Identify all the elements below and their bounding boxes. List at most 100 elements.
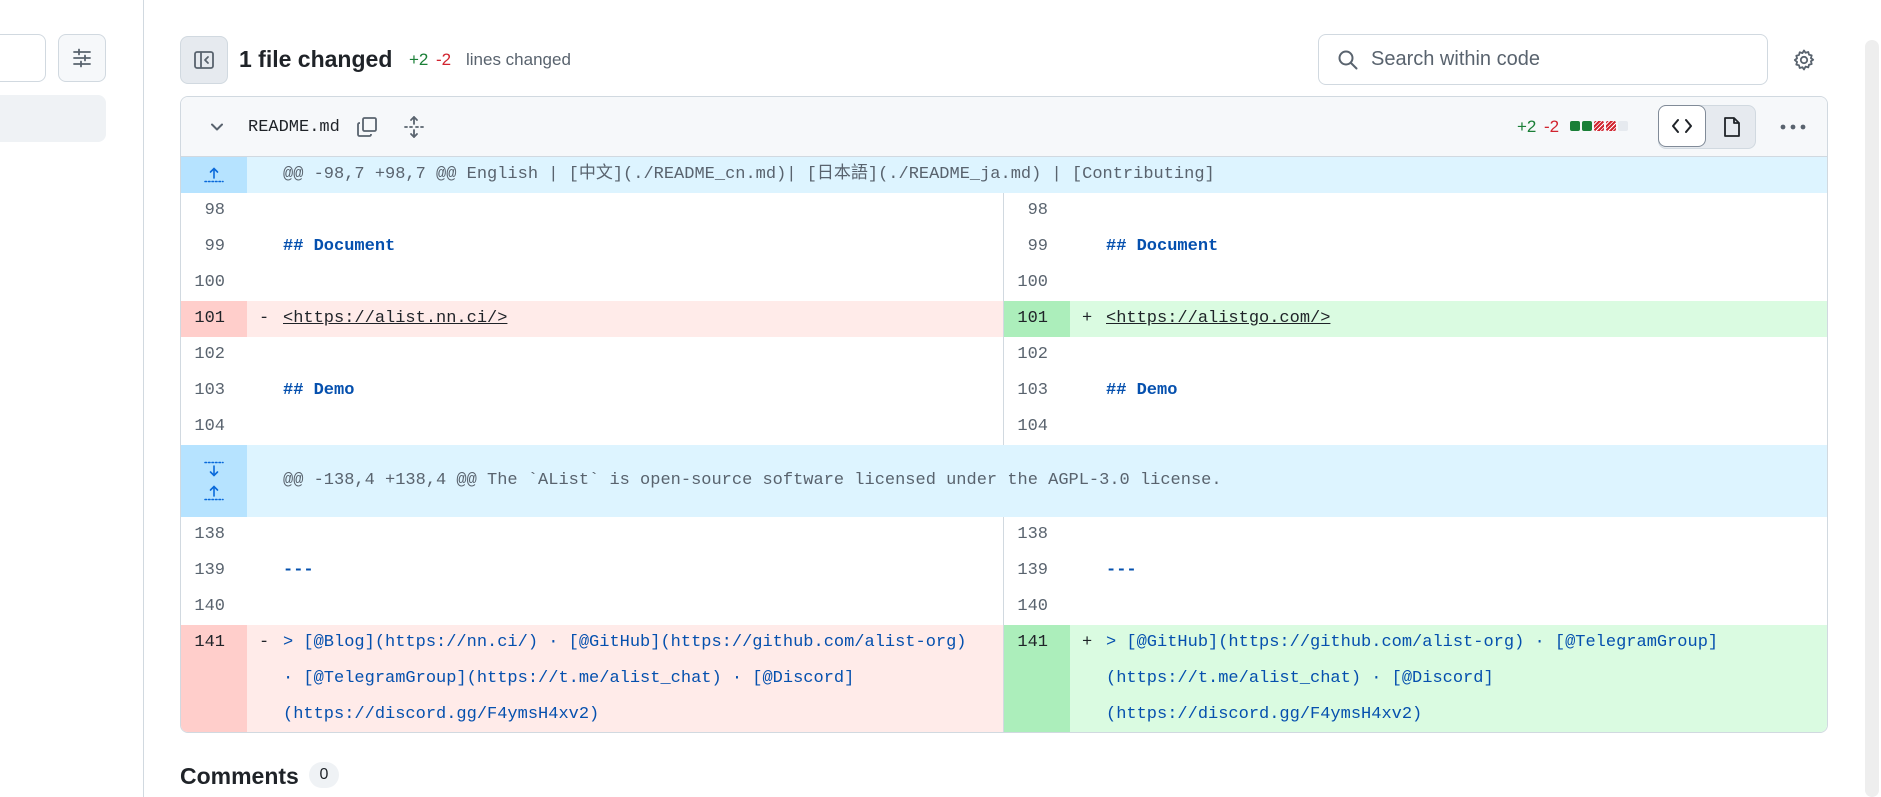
right-side: 104 <box>1004 409 1827 445</box>
line-number[interactable]: 140 <box>1004 589 1070 625</box>
right-side: 99 ## Document <box>1004 229 1827 265</box>
line-number[interactable]: 103 <box>1004 373 1070 409</box>
toggle-file-tree-button[interactable] <box>180 36 228 84</box>
file-deletions: -2 <box>1544 117 1560 136</box>
deleted-side: 141 - > [@Blog](https://nn.ci/) · [@GitH… <box>181 625 1004 732</box>
expand-between-buttons <box>181 445 247 517</box>
line-number[interactable]: 141 <box>1004 625 1070 732</box>
left-side: 100 <box>181 265 1004 301</box>
line-number[interactable]: 99 <box>1004 229 1070 265</box>
expand-all-button[interactable] <box>400 113 428 141</box>
line-number[interactable]: 100 <box>1004 265 1070 301</box>
deletions-count: -2 <box>436 50 452 69</box>
file-name[interactable]: README.md <box>248 118 340 137</box>
file-additions: +2 <box>1517 117 1537 136</box>
file-filter-input[interactable] <box>0 34 46 82</box>
chevron-down-icon <box>209 119 225 135</box>
code-text: ## Demo <box>283 381 355 400</box>
diff-line: 99 ## Document 99 ## Document <box>181 229 1827 265</box>
hunk-header-text: @@ -138,4 +138,4 @@ The `AList` is open-… <box>283 471 1222 490</box>
right-side: 138 <box>1004 517 1827 553</box>
view-toggle <box>1658 105 1756 149</box>
code-text: > [@GitHub](https://github.com/alist-org… <box>1106 633 1719 724</box>
search-icon <box>1337 49 1359 71</box>
diffstat-block-neutral <box>1618 121 1628 131</box>
line-number[interactable]: 101 <box>1004 301 1070 337</box>
line-number[interactable]: 102 <box>1004 337 1070 373</box>
line-number[interactable]: 98 <box>181 193 247 229</box>
expand-up-button[interactable] <box>181 157 247 193</box>
code-text: > [@Blog](https://nn.ci/) · [@GitHub](ht… <box>283 633 967 724</box>
diffstat-block-added <box>1582 121 1592 131</box>
sliders-icon <box>71 47 93 69</box>
line-number[interactable]: 141 <box>181 625 247 732</box>
line-number[interactable]: 98 <box>1004 193 1070 229</box>
deletion-sign: - <box>259 309 270 328</box>
line-number[interactable]: 139 <box>1004 553 1070 589</box>
added-side: 101 + <https://alistgo.com/> <box>1004 301 1827 337</box>
addition-sign: + <box>1082 309 1093 328</box>
diff-line-changed: 101 - <https://alist.nn.ci/> 101 + <http… <box>181 301 1827 337</box>
left-side: 99 ## Document <box>181 229 1004 265</box>
line-number[interactable]: 100 <box>181 265 247 301</box>
files-changed-title: 1 file changed <box>239 46 393 72</box>
file-diff-header: README.md +2 -2 <box>181 97 1827 157</box>
deleted-side: 101 - <https://alist.nn.ci/> <box>181 301 1004 337</box>
line-number[interactable]: 138 <box>1004 517 1070 553</box>
search-within-code[interactable] <box>1318 34 1768 85</box>
diff-line: 98 98 <box>181 193 1827 229</box>
line-number[interactable]: 104 <box>1004 409 1070 445</box>
line-number[interactable]: 103 <box>181 373 247 409</box>
line-number[interactable]: 104 <box>181 409 247 445</box>
right-side: 140 <box>1004 589 1827 625</box>
code-view-button[interactable] <box>1658 105 1706 147</box>
settings-button[interactable] <box>1788 44 1820 76</box>
code-text: ## Document <box>1106 237 1219 256</box>
line-number[interactable]: 138 <box>181 517 247 553</box>
search-input[interactable] <box>1371 48 1731 71</box>
fold-down-icon[interactable] <box>204 460 224 478</box>
diff-line-changed: 141 - > [@Blog](https://nn.ci/) · [@GitH… <box>181 625 1827 732</box>
line-number[interactable]: 101 <box>181 301 247 337</box>
added-side: 141 + > [@GitHub](https://github.com/ali… <box>1004 625 1827 732</box>
code-text: ## Document <box>283 237 396 256</box>
line-number[interactable]: 102 <box>181 337 247 373</box>
sidebar-divider <box>143 0 144 797</box>
file-icon <box>1722 116 1742 138</box>
hunk-header-text: @@ -98,7 +98,7 @@ English | [中文](./READM… <box>283 165 1215 184</box>
diff-line: 102 102 <box>181 337 1827 373</box>
file-tree-item-selected[interactable] <box>0 95 106 142</box>
right-side: 98 <box>1004 193 1827 229</box>
left-side: 139 --- <box>181 553 1004 589</box>
comments-count-badge: 0 <box>309 762 339 788</box>
collapse-file-button[interactable] <box>207 117 227 137</box>
sidebar-collapse-icon <box>193 49 215 71</box>
left-side: 103 ## Demo <box>181 373 1004 409</box>
copy-icon <box>355 115 379 139</box>
page-scrollbar[interactable] <box>1865 40 1879 797</box>
line-number[interactable]: 139 <box>181 553 247 589</box>
filter-options-button[interactable] <box>58 34 106 82</box>
deletion-sign: - <box>259 633 270 652</box>
rich-view-button[interactable] <box>1708 106 1755 148</box>
code-text: <https://alist.nn.ci/> <box>283 309 508 328</box>
copy-path-button[interactable] <box>353 113 381 141</box>
diff-line: 103 ## Demo 103 ## Demo <box>181 373 1827 409</box>
diffstat-block-deleted <box>1606 121 1616 131</box>
left-side: 140 <box>181 589 1004 625</box>
lines-changed-label: lines changed <box>466 50 571 69</box>
hunk-header: @@ -138,4 +138,4 @@ The `AList` is open-… <box>181 445 1827 517</box>
file-diff: README.md +2 -2 @@ -98,7 +98,7 @@ Englis… <box>180 96 1828 733</box>
diff-line: 138 138 <box>181 517 1827 553</box>
comments-heading: Comments <box>180 763 299 789</box>
hunk-header: @@ -98,7 +98,7 @@ English | [中文](./READM… <box>181 157 1827 193</box>
left-side: 98 <box>181 193 1004 229</box>
line-number[interactable]: 99 <box>181 229 247 265</box>
line-number[interactable]: 140 <box>181 589 247 625</box>
fold-up-icon <box>204 166 224 184</box>
fold-up-icon[interactable] <box>204 484 224 502</box>
diff-line: 139 --- 139 --- <box>181 553 1827 589</box>
more-options-button[interactable] <box>1777 112 1809 142</box>
code-text: --- <box>283 561 314 580</box>
additions-count: +2 <box>409 50 429 69</box>
